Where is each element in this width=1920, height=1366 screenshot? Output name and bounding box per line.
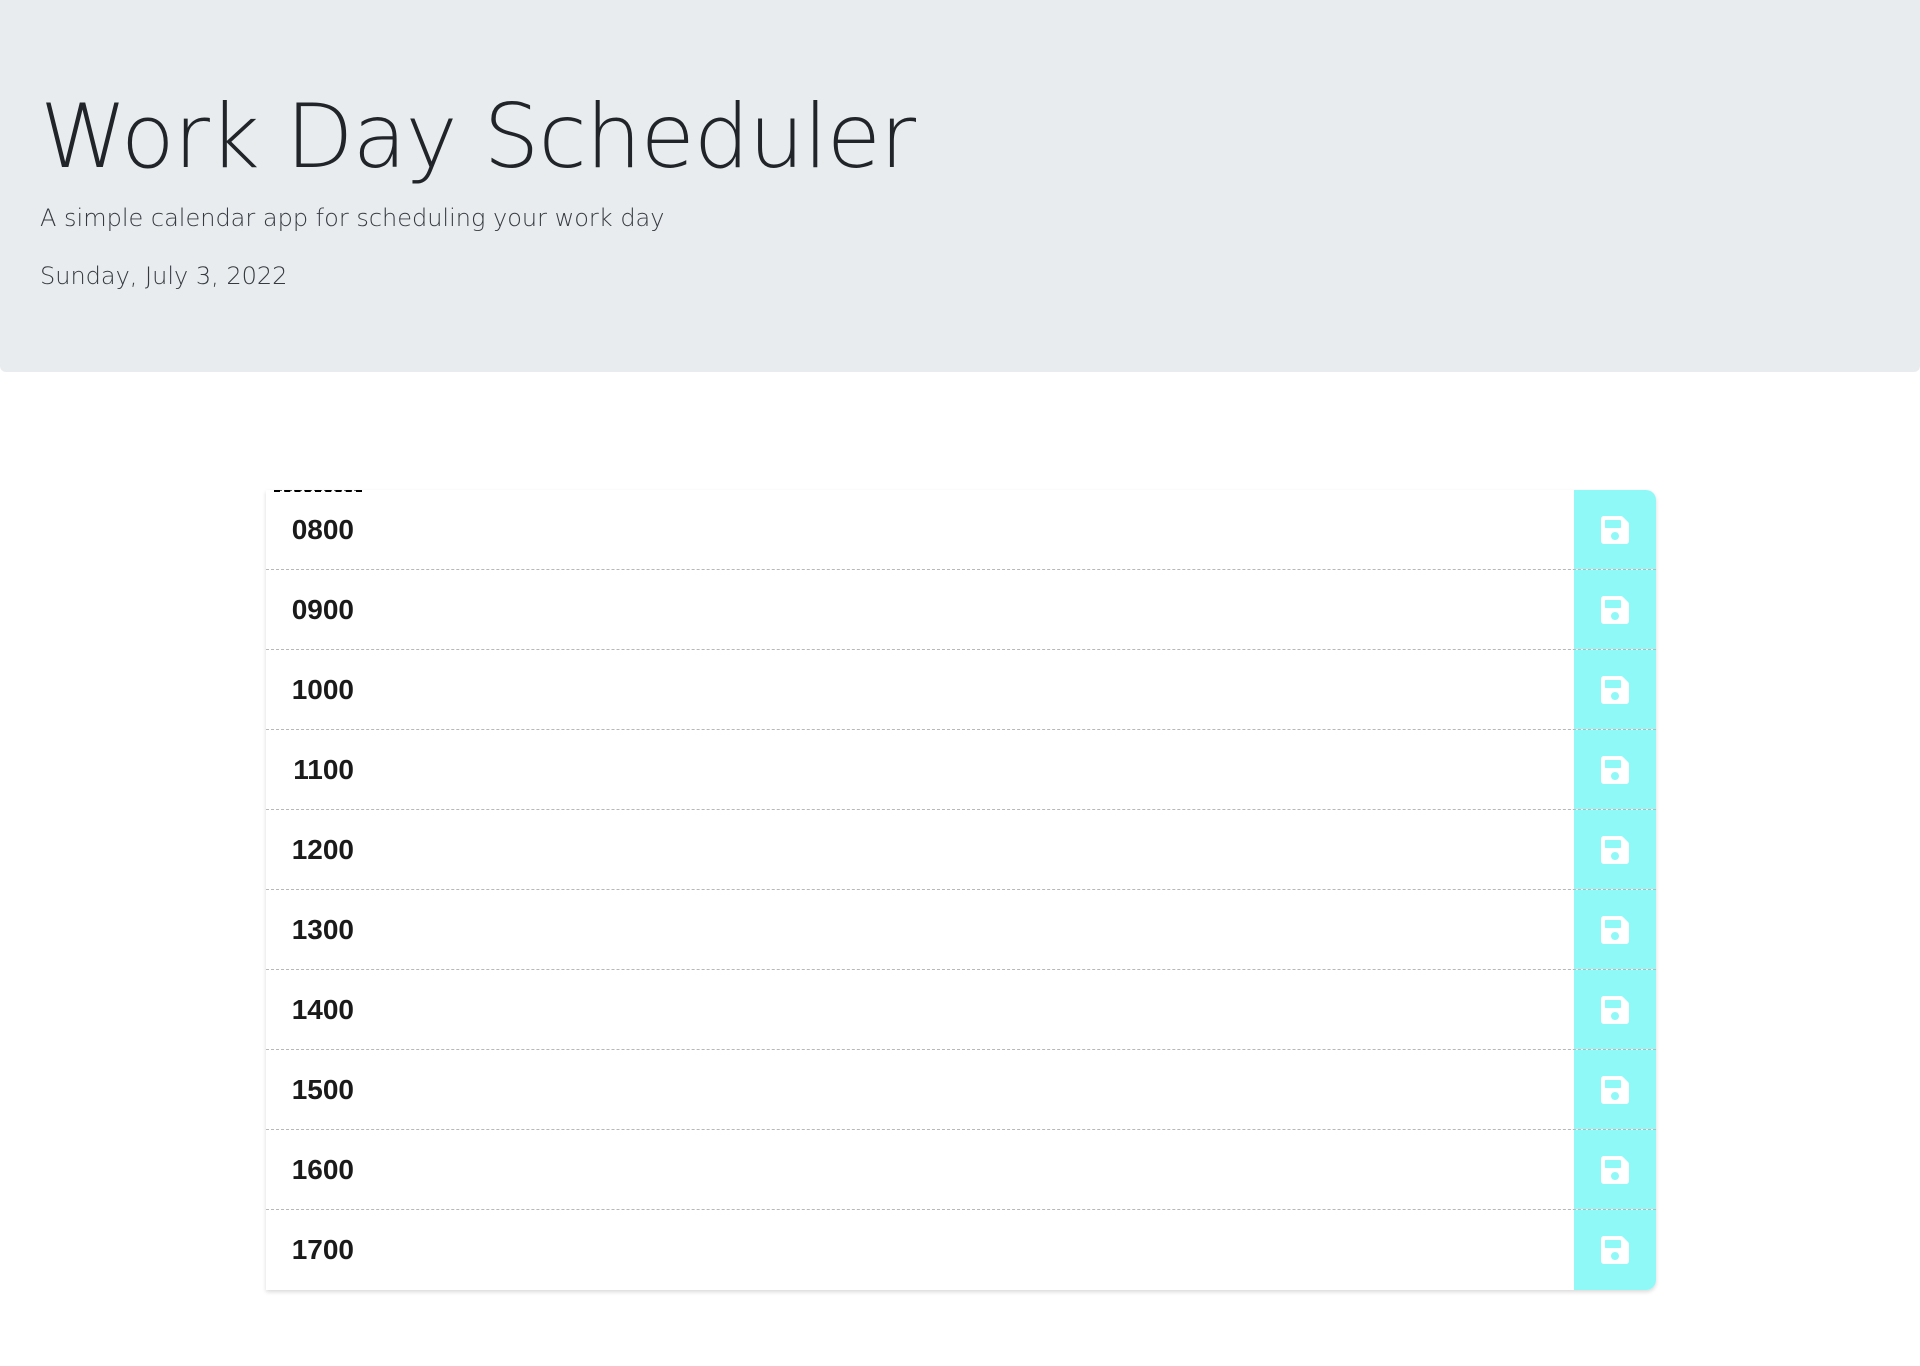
description-input[interactable] <box>362 730 1574 809</box>
hour-label: 1100 <box>293 753 354 785</box>
description-input[interactable] <box>362 1130 1574 1209</box>
time-block: 1400 <box>266 970 1656 1050</box>
save-button[interactable] <box>1574 890 1656 969</box>
save-button[interactable] <box>1574 1210 1656 1290</box>
description-input[interactable] <box>362 570 1574 649</box>
floppy-disk-icon <box>1599 594 1631 626</box>
hour-label: 1700 <box>291 1234 354 1265</box>
floppy-disk-icon <box>1599 514 1631 546</box>
time-block: 0800 <box>266 490 1656 570</box>
page-title: Work Day Scheduler <box>40 85 916 188</box>
description-input[interactable] <box>362 890 1574 969</box>
time-block: 1000 <box>266 650 1656 730</box>
description-input[interactable] <box>362 650 1574 729</box>
time-block: 1500 <box>266 1050 1656 1130</box>
hour-label: 1400 <box>291 993 354 1025</box>
description-input[interactable] <box>362 1050 1574 1129</box>
hour-label: 1600 <box>291 1153 354 1185</box>
hour-label: 1000 <box>291 673 354 705</box>
save-button[interactable] <box>1574 490 1656 569</box>
floppy-disk-icon <box>1599 1154 1631 1186</box>
time-block: 1700 <box>266 1210 1656 1290</box>
floppy-disk-icon <box>1599 754 1631 786</box>
current-day: Sunday, July 3, 2022 <box>40 262 288 290</box>
save-button[interactable] <box>1574 730 1656 809</box>
time-block: 0900 <box>266 570 1656 650</box>
save-button[interactable] <box>1574 650 1656 729</box>
floppy-disk-icon <box>1599 834 1631 866</box>
page-header: Work Day Scheduler A simple calendar app… <box>0 0 1920 372</box>
floppy-disk-icon <box>1599 674 1631 706</box>
description-input[interactable] <box>362 810 1574 889</box>
floppy-disk-icon <box>1599 1074 1631 1106</box>
schedule-container: 0800 0900 1000 1100 1200 1300 1400 1500 … <box>266 490 1656 1290</box>
save-button[interactable] <box>1574 1050 1656 1129</box>
page-subtitle: A simple calendar app for scheduling you… <box>40 204 665 232</box>
hour-label: 1200 <box>291 833 354 865</box>
floppy-disk-icon <box>1599 994 1631 1026</box>
floppy-disk-icon <box>1599 1234 1631 1266</box>
save-button[interactable] <box>1574 1130 1656 1209</box>
save-button[interactable] <box>1574 810 1656 889</box>
time-block: 1600 <box>266 1130 1656 1210</box>
description-input[interactable] <box>362 490 1574 569</box>
save-button[interactable] <box>1574 570 1656 649</box>
hour-label: 1300 <box>291 913 354 945</box>
description-input[interactable] <box>362 1210 1574 1290</box>
hour-label: 0800 <box>291 513 354 545</box>
save-button[interactable] <box>1574 970 1656 1049</box>
time-block: 1100 <box>266 730 1656 810</box>
time-block: 1300 <box>266 890 1656 970</box>
hour-label: 1500 <box>291 1073 354 1105</box>
time-block: 1200 <box>266 810 1656 890</box>
hour-label: 0900 <box>291 593 354 625</box>
description-input[interactable] <box>362 970 1574 1049</box>
floppy-disk-icon <box>1599 914 1631 946</box>
time-block-list: 0800 0900 1000 1100 1200 1300 1400 1500 … <box>266 490 1656 1290</box>
